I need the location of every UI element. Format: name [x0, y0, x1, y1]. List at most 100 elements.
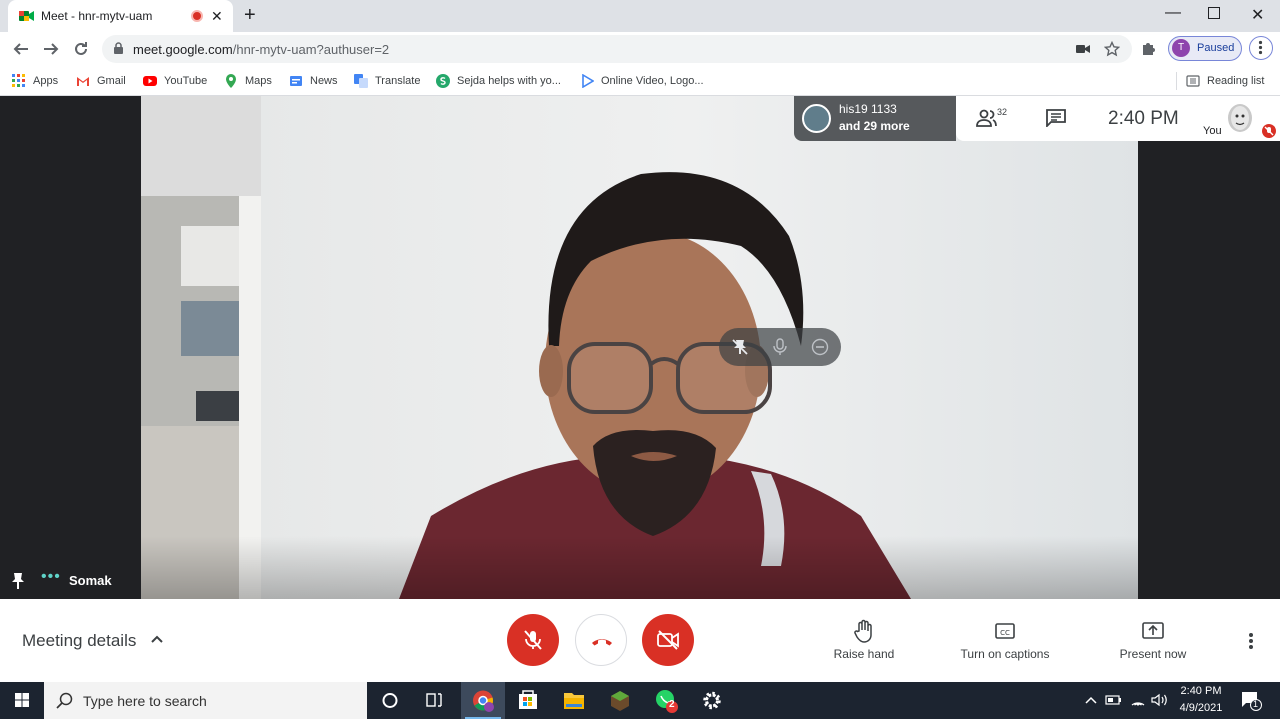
taskbar-store[interactable] [506, 682, 550, 719]
news-icon [289, 74, 303, 88]
mute-participant-icon[interactable] [772, 338, 788, 356]
reload-icon[interactable] [72, 40, 90, 58]
new-tab-button[interactable]: + [244, 4, 256, 27]
captions-button[interactable]: CC Turn on captions [950, 619, 1060, 661]
tab-close-icon[interactable]: ✕ [211, 8, 223, 25]
leave-call-button[interactable] [575, 614, 627, 666]
participants-preview-more: and 29 more [839, 119, 910, 133]
reading-list-button[interactable]: Reading list [1186, 73, 1264, 89]
participant-avatar [802, 104, 831, 133]
bookmark-online-video[interactable]: Online Video, Logo... [580, 73, 704, 89]
notifications-icon [1241, 692, 1262, 711]
microphone-toggle-button[interactable] [507, 614, 559, 666]
battery-icon[interactable] [1105, 693, 1123, 707]
bookmark-gmail[interactable]: Gmail [76, 73, 126, 89]
address-bar[interactable]: meet.google.com/hnr-mytv-uam?authuser=2 [102, 35, 1132, 63]
cortana-button[interactable] [368, 682, 412, 719]
tab-title: Meet - hnr-mytv-uam [41, 9, 153, 23]
lock-icon[interactable] [113, 42, 124, 55]
cortana-circle-icon [382, 693, 398, 708]
bookmark-star-icon[interactable] [1104, 41, 1120, 57]
present-now-label: Present now [1119, 647, 1187, 661]
chat-icon[interactable] [1046, 109, 1066, 127]
wifi-icon[interactable] [1130, 693, 1146, 707]
profile-paused-button[interactable]: T Paused [1168, 36, 1242, 61]
participants-preview-name: his19 1133 [839, 102, 897, 116]
taskbar-whatsapp[interactable]: 2 [644, 682, 688, 719]
profile-status-label: Paused [1197, 42, 1235, 54]
taskbar-minecraft[interactable] [598, 682, 642, 719]
action-center-button[interactable]: 1 [1240, 691, 1262, 711]
window-restore-button[interactable] [1208, 7, 1220, 19]
recording-indicator-icon [191, 10, 203, 22]
self-view-thumbnail[interactable] [1228, 104, 1252, 132]
minecraft-block-icon [611, 691, 629, 711]
meet-favicon-icon [19, 9, 35, 23]
raise-hand-label: Raise hand [833, 647, 895, 661]
camera-in-use-icon[interactable] [1076, 44, 1090, 54]
window-minimize-button[interactable]: — [1165, 4, 1181, 22]
remove-participant-icon[interactable] [811, 338, 829, 356]
forward-arrow-icon[interactable] [42, 40, 60, 58]
bookmark-translate[interactable]: Translate [354, 73, 420, 89]
bookmark-news[interactable]: News [289, 73, 338, 89]
bookmark-label: Sejda helps with yo... [457, 75, 561, 87]
reading-list-label: Reading list [1207, 75, 1265, 87]
back-arrow-icon[interactable] [12, 40, 30, 58]
bookmark-apps[interactable]: Apps [12, 73, 58, 89]
translate-icon [354, 74, 368, 88]
url-text: meet.google.com/hnr-mytv-uam?authuser=2 [133, 42, 389, 57]
participant-name: Somak [69, 573, 112, 588]
people-icon[interactable] [976, 108, 998, 128]
windows-logo-icon [15, 693, 29, 707]
browser-tab-meet[interactable]: Meet - hnr-mytv-uam ✕ [8, 0, 233, 32]
meeting-details-button[interactable]: Meeting details [22, 631, 136, 651]
gear-icon [703, 691, 721, 710]
bookmark-sejda[interactable]: Sejda helps with yo... [436, 73, 561, 89]
taskbar-clock-time[interactable]: 2:40 PM [1178, 685, 1224, 697]
more-options-button[interactable] [1244, 631, 1258, 651]
self-muted-icon [1262, 124, 1276, 138]
search-placeholder: Type here to search [83, 693, 207, 709]
bookmark-maps[interactable]: Maps [224, 73, 272, 89]
tile-hover-controls [719, 328, 841, 366]
extensions-puzzle-icon[interactable] [1141, 40, 1157, 56]
participant-video[interactable] [141, 96, 1138, 599]
tray-overflow-chevron-icon[interactable] [1084, 694, 1098, 706]
meeting-clock: 2:40 PM [1108, 108, 1179, 129]
meet-stage: ••• Somak his19 1133 and 29 more 32 2:40… [0, 96, 1280, 599]
taskbar-clock-date[interactable]: 4/9/2021 [1174, 702, 1228, 714]
volume-icon[interactable] [1151, 693, 1169, 707]
chrome-menu-button[interactable] [1249, 36, 1273, 60]
taskbar-chrome[interactable] [461, 682, 505, 719]
windows-start-button[interactable] [0, 682, 44, 719]
task-view-icon [426, 693, 442, 707]
bookmark-label: News [310, 75, 338, 87]
gmail-icon [76, 74, 90, 88]
camera-toggle-button[interactable] [642, 614, 694, 666]
taskbar-file-explorer[interactable] [552, 682, 596, 719]
bookmark-label: Online Video, Logo... [601, 75, 704, 87]
windows-taskbar: Type here to search 2 2:40 PM 4/9/2021 1 [0, 682, 1280, 719]
closed-captions-icon: CC [995, 623, 1015, 639]
search-icon [56, 692, 73, 709]
whatsapp-unread-badge: 2 [669, 699, 675, 710]
window-close-button[interactable]: ✕ [1251, 5, 1264, 25]
bookmark-label: Apps [33, 75, 59, 87]
whatsapp-icon [656, 690, 678, 713]
pin-off-icon[interactable] [731, 338, 749, 356]
store-bag-icon [519, 690, 537, 709]
chrome-icon [473, 690, 494, 712]
taskbar-search[interactable]: Type here to search [44, 682, 367, 719]
svg-text:CC: CC [1000, 629, 1010, 637]
taskbar-settings[interactable] [690, 682, 734, 719]
pin-icon[interactable] [11, 572, 25, 590]
raise-hand-button[interactable]: Raise hand [824, 619, 904, 661]
task-view-button[interactable] [412, 682, 456, 719]
meet-top-bar: 32 2:40 PM You [956, 96, 1280, 141]
chevron-up-icon[interactable] [150, 633, 164, 645]
participants-preview[interactable]: his19 1133 and 29 more [794, 96, 956, 141]
sejda-icon [436, 74, 450, 88]
bookmark-youtube[interactable]: YouTube [143, 73, 207, 89]
present-now-button[interactable]: Present now [1110, 619, 1196, 661]
